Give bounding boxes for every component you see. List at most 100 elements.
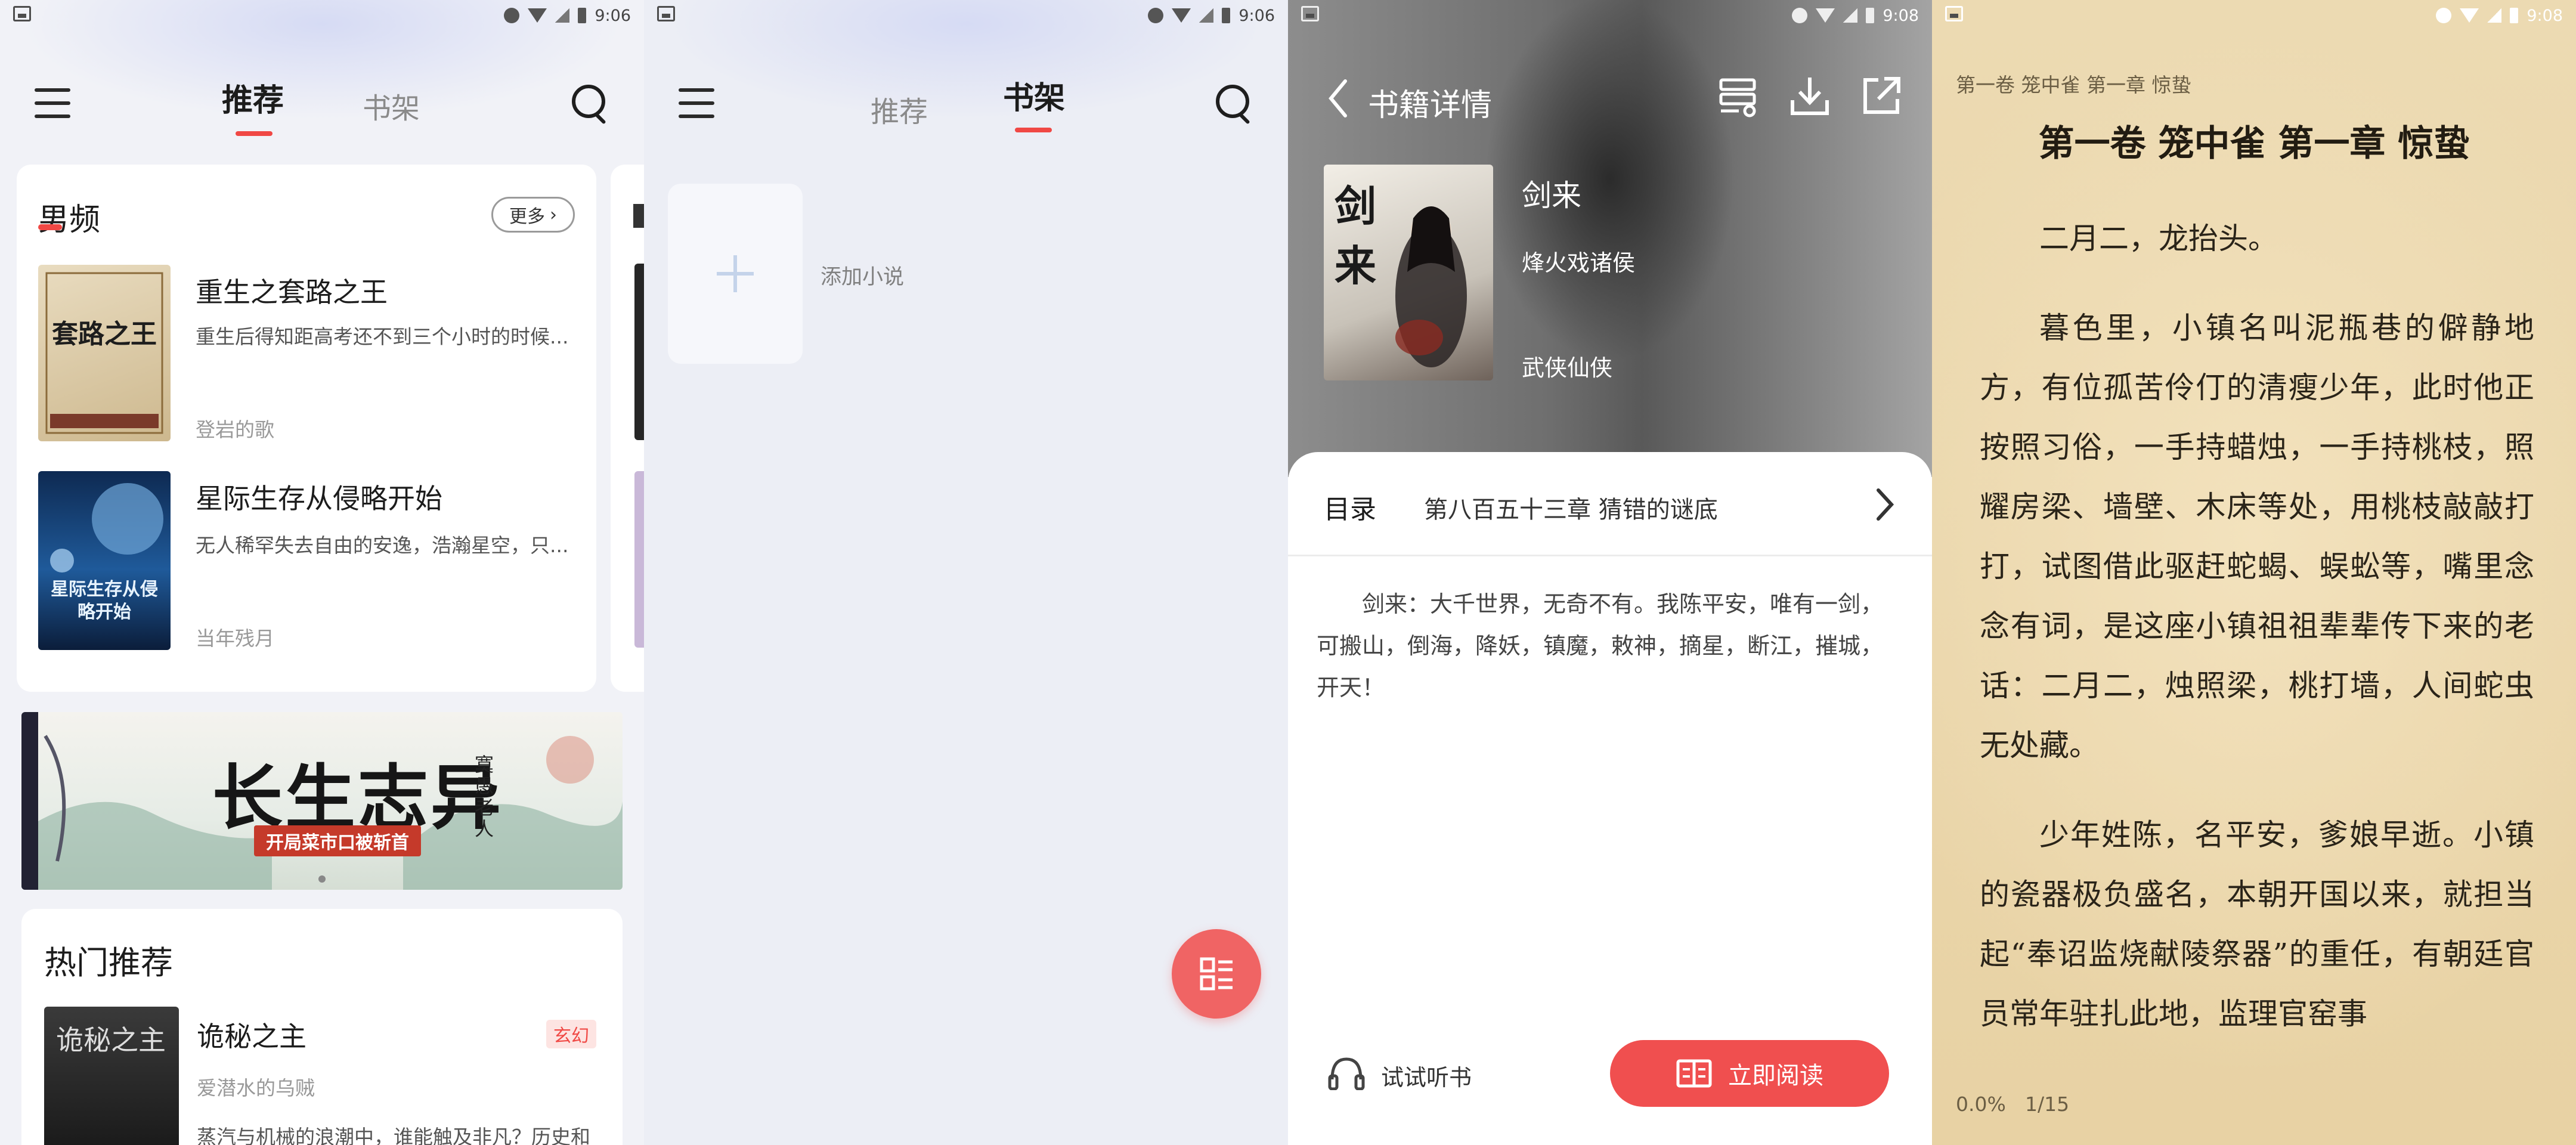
gallery-notification-icon [657, 6, 675, 21]
status-time: 9:06 [1239, 6, 1275, 25]
dnd-icon [504, 8, 520, 23]
add-novel-box[interactable] [668, 184, 803, 364]
book-cover[interactable]: 诡秘之主 [44, 1007, 179, 1145]
shelf-mode-button[interactable] [1172, 929, 1261, 1019]
next-section-card[interactable] [611, 165, 644, 692]
more-button[interactable]: 更多 › [491, 197, 575, 233]
list-settings-icon[interactable] [1717, 76, 1760, 118]
plus-icon [717, 272, 754, 276]
book-title[interactable]: 诡秘之主 [197, 1015, 306, 1054]
battery-icon [578, 8, 587, 23]
chevron-right-icon [1877, 488, 1894, 521]
tab-recommend[interactable]: 推荐 [871, 88, 928, 130]
chevron-right-icon: › [550, 204, 557, 225]
dnd-icon [2436, 8, 2452, 23]
status-bar: 9:08 [1288, 0, 1932, 32]
status-time: 9:08 [2527, 6, 2563, 25]
back-icon[interactable] [1326, 78, 1350, 119]
tab-active-indicator [236, 131, 273, 136]
card-peek-mark [633, 204, 644, 228]
book-author: 爱潜水的乌贼 [197, 1076, 315, 1100]
signal-icon [1843, 8, 1858, 23]
status-icons: 9:06 [1148, 4, 1275, 27]
status-icons: 9:06 [504, 4, 631, 27]
add-novel-label[interactable]: 添加小说 [821, 260, 904, 290]
status-bar: 9:06 [644, 0, 1288, 32]
tab-active-indicator [1015, 128, 1052, 132]
book-title[interactable]: 星际生存从侵略开始 [196, 477, 442, 516]
cover-title: 诡秘之主 [56, 1024, 166, 1056]
section-title-mark [38, 224, 62, 230]
read-now-button[interactable]: 立即阅读 [1610, 1040, 1889, 1107]
signal-icon [2487, 8, 2502, 23]
genre-tag: 玄幻 [546, 1020, 596, 1048]
download-icon[interactable] [1789, 74, 1831, 118]
cover-title: 剑来 [1335, 181, 1376, 290]
signal-icon [555, 8, 570, 23]
book-author[interactable]: 烽火戏诸侯 [1522, 245, 1635, 277]
chapter-header: 第一卷 笼中雀 第一章 惊蛰 [1956, 73, 2191, 97]
read-now-label: 立即阅读 [1728, 1062, 1823, 1090]
book-cover[interactable]: 套路之王 [38, 265, 171, 441]
dnd-icon [1148, 8, 1164, 23]
book-detail-screen: 9:08 书籍详情 剑来 剑来 烽火戏诸侯 武侠仙侠 目录 第八百五十三章 猜错… [1288, 0, 1932, 1145]
section-title: 男频 [38, 202, 101, 238]
signal-icon [1199, 8, 1214, 23]
male-section-card: 男频 更多 › 套路之王 重生之套路之王 重生后得知距高考还不到三个小时的时候.… [17, 165, 596, 692]
book-desc: 重生后得知距高考还不到三个小时的时候... [196, 325, 569, 348]
book-title: 剑来 [1522, 178, 1581, 213]
more-label: 更多 [509, 206, 545, 227]
book-intro: 剑来：大千世界，无奇不有。我陈平安，唯有一剑，可搬山，倒海，降妖，镇魔，敕神，摘… [1317, 591, 1884, 701]
menu-icon[interactable] [35, 88, 70, 119]
dnd-icon [1792, 8, 1808, 23]
share-icon[interactable] [1860, 74, 1902, 118]
bookshelf-screen: 9:06 推荐 书架 添加小说 [644, 0, 1288, 1145]
gallery-notification-icon [13, 6, 31, 21]
banner-author: 寞愚老人 [475, 753, 494, 840]
toc-label: 目录 [1324, 494, 1376, 525]
status-time: 9:06 [595, 6, 631, 25]
book-cover-peek [634, 471, 644, 648]
recommend-screen: 9:06 推荐 书架 男频 更多 › 套路之王 重生之套路之王 重生后得知距高考… [0, 0, 644, 1145]
listen-label[interactable]: 试试听书 [1381, 1059, 1472, 1092]
reading-progress: 0.0% [1956, 1093, 2006, 1116]
reader-body: 二月二，龙抬头。 暮色里，小镇名叫泥瓶巷的僻静地方，有位孤苦伶仃的清瘦少年，此时… [1980, 209, 2534, 1044]
toc-row[interactable]: 目录 第八百五十三章 猜错的谜底 [1288, 470, 1932, 539]
banner[interactable]: 长生志异 寞愚老人 开局菜市口被斩首 [21, 712, 623, 890]
battery-icon [1866, 8, 1875, 23]
latest-chapter: 第八百五十三章 猜错的谜底 [1424, 496, 1718, 524]
wifi-icon [1172, 8, 1191, 23]
tab-bookshelf[interactable]: 书架 [363, 85, 420, 126]
cover-title: 星际生存从侵略开始 [51, 579, 158, 623]
book-cover[interactable]: 星际生存从侵略开始 [38, 471, 171, 650]
status-icons: 9:08 [1792, 4, 1919, 27]
status-icons: 9:08 [2436, 4, 2563, 27]
wifi-icon [2460, 8, 2479, 23]
tab-recommend[interactable]: 推荐 [222, 75, 284, 120]
list-grid-icon [1200, 957, 1233, 991]
book-category: 武侠仙侠 [1522, 355, 1613, 381]
reader-paragraph: 二月二，龙抬头。 [2039, 221, 2278, 256]
menu-icon[interactable] [679, 88, 714, 119]
status-bar: 9:08 [1932, 0, 2576, 32]
reader-paragraph: 少年姓陈，名平安，爹娘早逝。小镇的瓷器极负盛名，本朝开国以来，就担当起“奉诏监烧… [1980, 818, 2534, 1031]
chapter-title: 第一卷 笼中雀 第一章 惊蛰 [2038, 123, 2470, 165]
gallery-notification-icon [1945, 6, 1963, 21]
search-icon[interactable] [1213, 82, 1255, 125]
page-indicator: 1/15 [2025, 1093, 2070, 1116]
section-title: 热门推荐 [44, 944, 173, 982]
book-author: 当年残月 [196, 627, 274, 650]
detail-sheet: 目录 第八百五十三章 猜错的谜底 剑来：大千世界，无奇不有。我陈平安，唯有一剑，… [1288, 452, 1932, 1145]
reader-paragraph: 暮色里，小镇名叫泥瓶巷的僻静地方，有位孤苦伶仃的清瘦少年，此时他正按照习俗，一手… [1980, 311, 2534, 763]
reader-screen[interactable]: 9:08 第一卷 笼中雀 第一章 惊蛰 第一卷 笼中雀 第一章 惊蛰 二月二，龙… [1932, 0, 2576, 1145]
banner-page-dot [318, 875, 326, 883]
headphones-icon[interactable] [1327, 1054, 1366, 1090]
battery-icon [1222, 8, 1231, 23]
tab-bookshelf[interactable]: 书架 [1003, 73, 1065, 117]
book-desc: 蒸汽与机械的浪潮中，谁能触及非凡？历史和 [197, 1125, 590, 1145]
wifi-icon [1816, 8, 1835, 23]
book-title[interactable]: 重生之套路之王 [196, 271, 388, 310]
search-icon[interactable] [569, 82, 611, 125]
battery-icon [2510, 8, 2519, 23]
cover-art [45, 272, 163, 434]
